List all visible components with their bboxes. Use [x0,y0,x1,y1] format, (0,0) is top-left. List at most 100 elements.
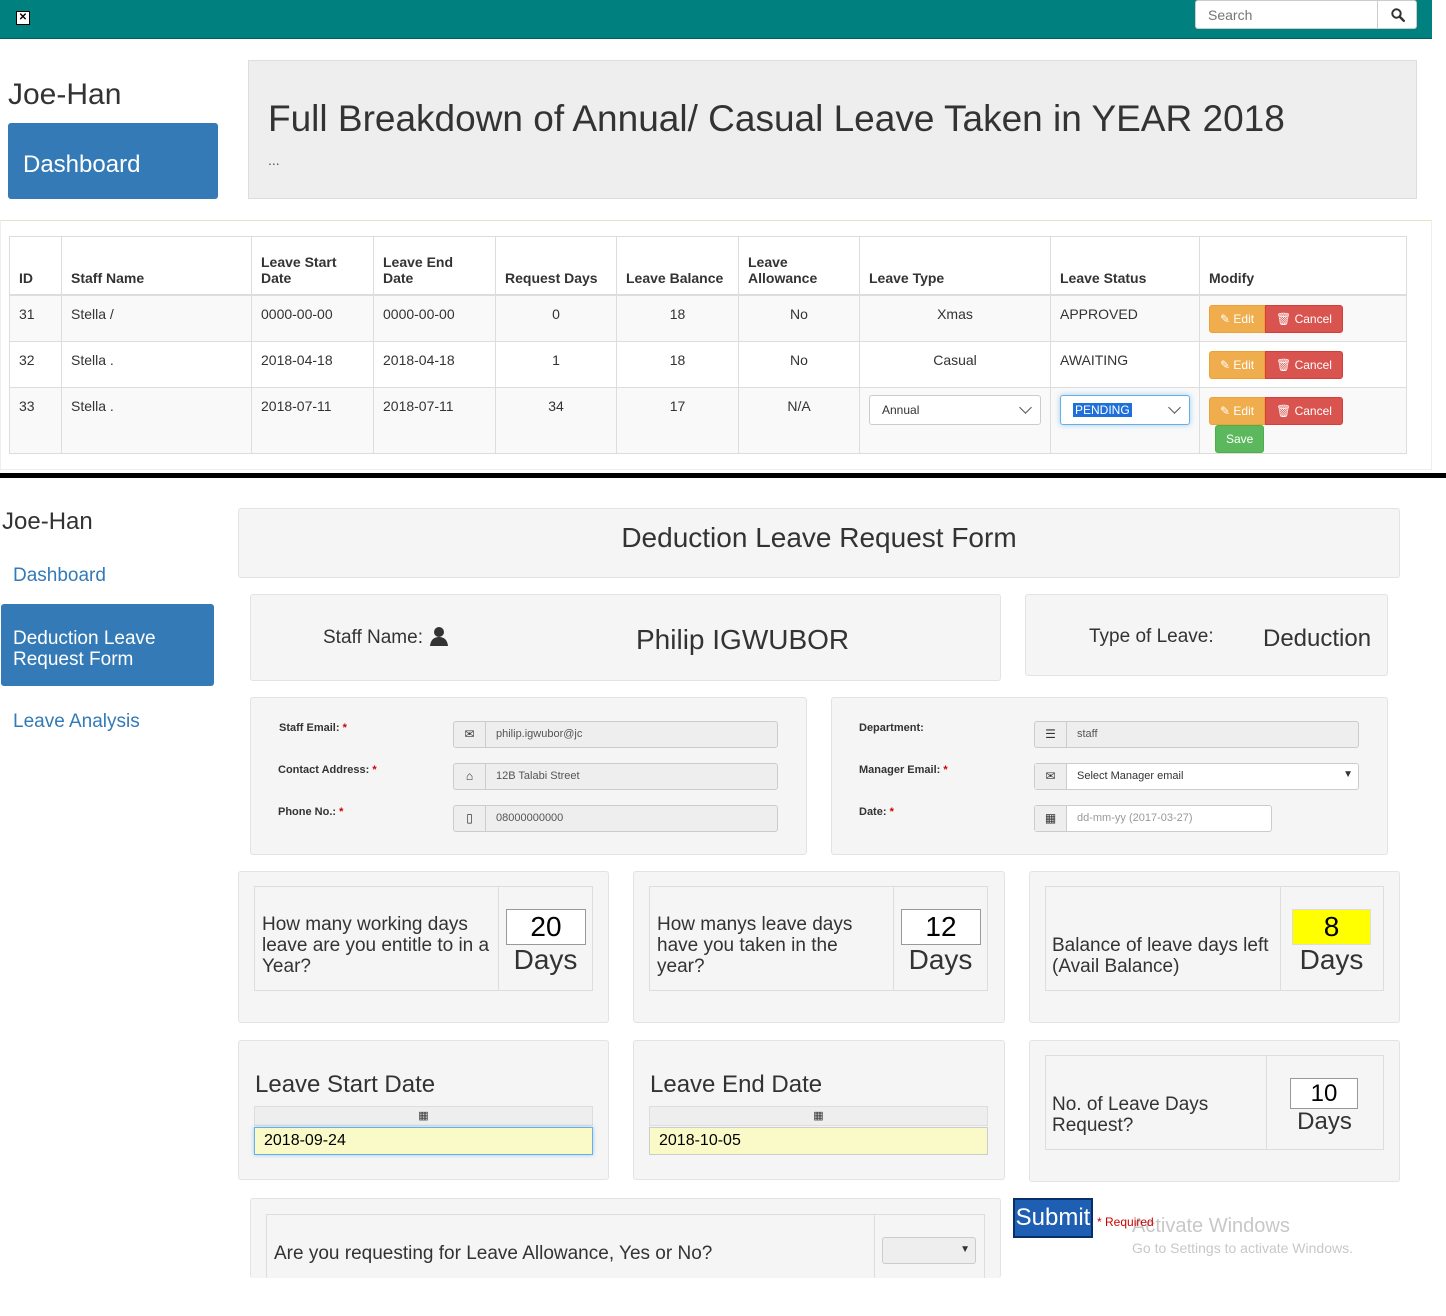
end-date-label: Leave End Date [650,1071,823,1098]
close-icon[interactable]: ✕ [16,11,30,25]
col-request-days: Request Days [495,236,617,296]
cancel-button[interactable]: 🗑 Cancel [1264,396,1343,425]
date-placeholder: dd-mm-yy (2017-03-27) [1077,812,1193,824]
entitled-days-value: 20 [506,909,586,945]
cancel-button[interactable]: 🗑 Cancel [1264,350,1343,379]
label-text: Staff Email: [279,722,340,734]
submit-button[interactable]: Submit [1013,1198,1093,1238]
search-button[interactable] [1377,0,1417,29]
cell-name: Stella . [61,386,252,454]
user-icon [430,627,448,646]
leave-type-select[interactable]: Annual [869,394,1041,425]
date-field[interactable]: ▦ dd-mm-yy (2017-03-27) [1034,805,1272,832]
cell-status: APPROVED [1050,294,1200,342]
staff-name-value: Philip IGWUBOR [636,624,850,655]
nav-label-line: Request Form [13,649,134,670]
label-text: Date: [859,806,887,818]
cancel-button[interactable]: 🗑 Cancel [1264,305,1343,333]
table-row: 32 Stella . 2018-04-18 2018-04-18 1 18 N… [9,340,1407,388]
leave-type-value: Annual [882,402,920,417]
start-date-input[interactable]: 2018-09-24 [254,1127,593,1155]
calendar-icon: ▦ [1035,806,1067,831]
type-of-leave-label: Type of Leave: [1089,626,1214,647]
required-mark: * [372,764,377,776]
table-row: 33 Stella . 2018-07-11 2018-07-11 34 17 … [9,386,1407,454]
activate-windows-subtitle: Go to Settings to activate Windows. [1132,1240,1353,1256]
trash-icon: 🗑 [1275,312,1292,326]
edit-button[interactable]: ✎ Edit [1209,305,1266,333]
col-leave-balance: Leave Balance [616,236,739,296]
leave-status-select[interactable]: PENDING [1060,394,1190,425]
list-icon: ☰ [1035,722,1067,747]
envelope-icon: ✉ [1035,764,1067,789]
entitled-question: How many working days leave are you enti… [262,914,490,977]
sidebar-item-deduction-form[interactable]: Deduction Leave Request Form [1,604,214,686]
cell-modify: ✎ Edit 🗑 Cancel Save [1199,386,1407,454]
label-text: Contact Address: [278,764,370,776]
cell-status: PENDING [1050,386,1200,454]
box-divider [874,1214,875,1278]
cell-name: Stella . [61,340,252,388]
trash-icon: 🗑 [1275,357,1292,372]
contact-address-field[interactable]: ⌂ 12B Talabi Street [453,763,778,790]
brand-title: Joe-Han [8,78,122,111]
edit-button[interactable]: ✎ Edit [1209,350,1266,379]
cell-allowance: N/A [738,386,860,454]
edit-label: Edit [1233,403,1255,418]
save-button[interactable]: Save [1215,424,1265,453]
required-note: * Required [1097,1215,1154,1229]
taken-days-value: 12 [901,909,981,945]
end-date-input[interactable]: 2018-10-05 [649,1127,988,1155]
cell-type: Xmas [859,294,1051,342]
allowance-select[interactable]: ▼ [882,1237,976,1264]
department-field[interactable]: ☰ staff [1034,721,1359,748]
request-days-question: No. of Leave Days Request? [1052,1094,1209,1136]
col-id: ID [9,236,62,296]
col-end-date: Leave End Date [373,236,496,296]
leave-table: ID Staff Name Leave Start Date Leave End D… [9,236,1407,454]
required-mark: * Required [1097,1215,1154,1229]
pencil-icon: ✎ [1220,357,1231,372]
cell-start: 2018-07-11 [251,386,374,454]
staff-email-label: Staff Email: * [279,722,347,734]
page-title: Full Breakdown of Annual/ Casual Leave T… [268,98,1285,139]
cell-modify: ✎ Edit 🗑 Cancel [1199,294,1407,342]
col-modify: Modify [1199,236,1407,296]
type-of-leave-value: Deduction [1263,625,1372,652]
calendar-icon: ▦ [418,1110,429,1122]
header-line: Leave [748,254,788,270]
leave-status-value: PENDING [1073,402,1132,417]
brand-title: Joe-Han [2,508,93,535]
cell-start: 0000-00-00 [251,294,374,342]
cell-end: 2018-07-11 [373,386,496,454]
cell-id: 32 [9,340,62,388]
allowance-question: Are you requesting for Leave Allowance, … [274,1243,713,1264]
cell-modify: ✎ Edit 🗑 Cancel [1199,340,1407,388]
cell-allowance: No [738,294,860,342]
cell-id: 31 [9,294,62,342]
sidebar-item-leave-analysis[interactable]: Leave Analysis [13,711,140,733]
edit-button[interactable]: ✎ Edit [1209,396,1266,425]
search-input[interactable] [1195,0,1377,29]
dashboard-button[interactable]: Dashboard [8,123,218,199]
manager-email-select[interactable]: ✉ Select Manager email ▼ [1034,763,1359,790]
taken-question: How manys leave days have you taken in t… [657,914,853,977]
staff-email-field[interactable]: ✉ philip.igwubor@jc [453,721,778,748]
table-row: 31 Stella / 0000-00-00 0000-00-00 0 18 N… [9,294,1407,342]
end-date-calendar-toggle[interactable]: ▦ [649,1106,988,1126]
col-staff-name: Staff Name [61,236,252,296]
cell-balance: 18 [616,294,739,342]
activate-windows-title: Activate Windows [1132,1215,1290,1237]
cell-end: 0000-00-00 [373,294,496,342]
sidebar-item-dashboard[interactable]: Dashboard [13,565,106,587]
phone-field[interactable]: ▯ 08000000000 [453,805,778,832]
section-divider [0,473,1446,478]
staff-email-value: philip.igwubor@jc [496,728,583,740]
start-date-calendar-toggle[interactable]: ▦ [254,1106,593,1126]
start-date-label: Leave Start Date [255,1071,436,1098]
cancel-label: Cancel [1294,357,1332,372]
envelope-icon: ✉ [454,722,486,747]
contact-address-label: Contact Address: * [278,764,377,776]
cell-start: 2018-04-18 [251,340,374,388]
cell-end: 2018-04-18 [373,340,496,388]
